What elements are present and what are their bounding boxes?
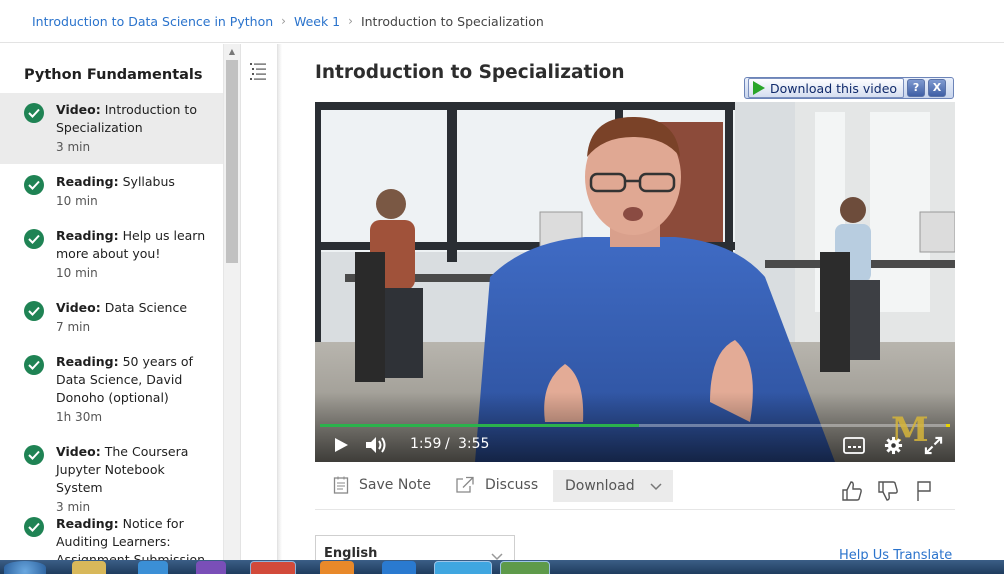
list-outline-icon[interactable] [248,59,270,81]
external-link-icon [456,476,474,493]
sidebar-item-jupyter-video[interactable]: Video: The Coursera Jupyter Notebook Sys… [0,435,223,514]
scroll-thumb[interactable] [226,60,238,263]
video-actions-bar: Save Note Discuss Download [315,468,955,510]
completed-check-icon [24,229,44,249]
start-button[interactable] [4,561,46,574]
completed-check-icon [24,445,44,465]
item-type: Reading: [56,354,119,369]
item-type: Video: [56,444,101,459]
file-explorer-icon[interactable] [72,561,106,574]
play-arrow-icon [753,81,765,95]
close-button[interactable]: X [928,79,947,97]
completed-check-icon [24,175,44,195]
sidebar-item-help-us-learn[interactable]: Reading: Help us learn more about you! 1… [0,219,223,291]
video-progress-bar[interactable] [320,424,950,427]
app-icon[interactable] [500,561,550,574]
vscode-icon[interactable] [382,561,416,574]
breadcrumb-course-link[interactable]: Introduction to Data Science in Python [32,14,273,29]
note-icon [333,476,349,494]
completed-check-icon [24,517,44,537]
completed-check-icon [24,301,44,321]
skype-icon[interactable] [434,561,492,574]
item-type: Reading: [56,228,119,243]
flag-icon[interactable] [915,480,933,506]
sidebar: Python Fundamentals Video: Introduction … [0,44,223,560]
video-frame [315,102,955,462]
item-type: Reading: [56,516,119,531]
volume-icon[interactable] [365,436,387,458]
item-duration: 1h 30m [56,410,103,424]
sidebar-item-auditing-notice[interactable]: Reading: Notice for Auditing Learners: A… [0,507,223,560]
download-dropdown[interactable]: Download [553,470,673,502]
download-video-widget: Download this video ? X [744,77,954,99]
save-note-label: Save Note [359,477,431,493]
thumbs-up-icon[interactable] [841,480,863,506]
progress-played [320,424,639,427]
download-label: Download [565,478,635,494]
video-player[interactable]: M 1:59 / 3:55 [315,102,955,462]
scroll-up-arrow-icon[interactable]: ▲ [224,46,240,58]
download-this-video-button[interactable]: Download this video [748,78,905,98]
chrome-icon[interactable] [250,561,296,574]
internet-explorer-icon[interactable] [138,561,168,574]
sidebar-item-syllabus[interactable]: Reading: Syllabus 10 min [0,165,223,219]
settings-gear-icon[interactable] [884,436,903,459]
completed-check-icon [24,103,44,123]
item-duration: 7 min [56,320,91,334]
discuss-button[interactable]: Discuss [455,468,538,502]
chevron-right-icon: › [348,14,353,28]
item-type: Video: [56,102,101,117]
save-note-button[interactable]: Save Note [333,468,431,502]
play-icon[interactable] [333,437,349,457]
firefox-icon[interactable] [320,561,354,574]
breadcrumb-week-link[interactable]: Week 1 [294,14,340,29]
thumbs-down-icon[interactable] [877,480,899,506]
sidebar-title: Python Fundamentals [24,67,203,83]
sidebar-scrollbar[interactable]: ▲ [223,44,240,560]
item-title: Data Science [104,300,188,315]
sidebar-item-data-science-video[interactable]: Video: Data Science 7 min [0,291,223,345]
item-duration: 3 min [56,140,91,154]
total-duration: 3:55 [458,436,490,452]
visual-studio-icon[interactable] [196,561,226,574]
progress-end-marker [946,424,950,427]
item-duration: 10 min [56,194,98,208]
item-type: Video: [56,300,101,315]
item-type: Reading: [56,174,119,189]
chevron-down-icon [650,483,662,491]
os-taskbar [0,560,1004,574]
sidebar-item-50-years-reading[interactable]: Reading: 50 years of Data Science, David… [0,345,223,435]
completed-check-icon [24,355,44,375]
breadcrumb-current: Introduction to Specialization [360,13,544,29]
time-separator: / [445,436,450,452]
item-title: Syllabus [122,174,175,189]
outline-column [240,44,278,560]
chevron-right-icon: › [281,14,286,28]
page-title: Introduction to Specialization [315,62,625,83]
fullscreen-icon[interactable] [924,436,943,459]
divider [278,44,282,560]
current-time: 1:59 [410,436,442,452]
discuss-label: Discuss [485,477,539,493]
help-button[interactable]: ? [907,79,926,97]
breadcrumb: Introduction to Data Science in Python ›… [0,0,1004,43]
sidebar-item-intro-video[interactable]: Video: Introduction to Specialization 3 … [0,93,223,164]
captions-icon[interactable] [843,437,865,458]
item-duration: 10 min [56,266,98,280]
language-value: English [324,546,378,561]
download-this-video-label: Download this video [770,80,898,96]
